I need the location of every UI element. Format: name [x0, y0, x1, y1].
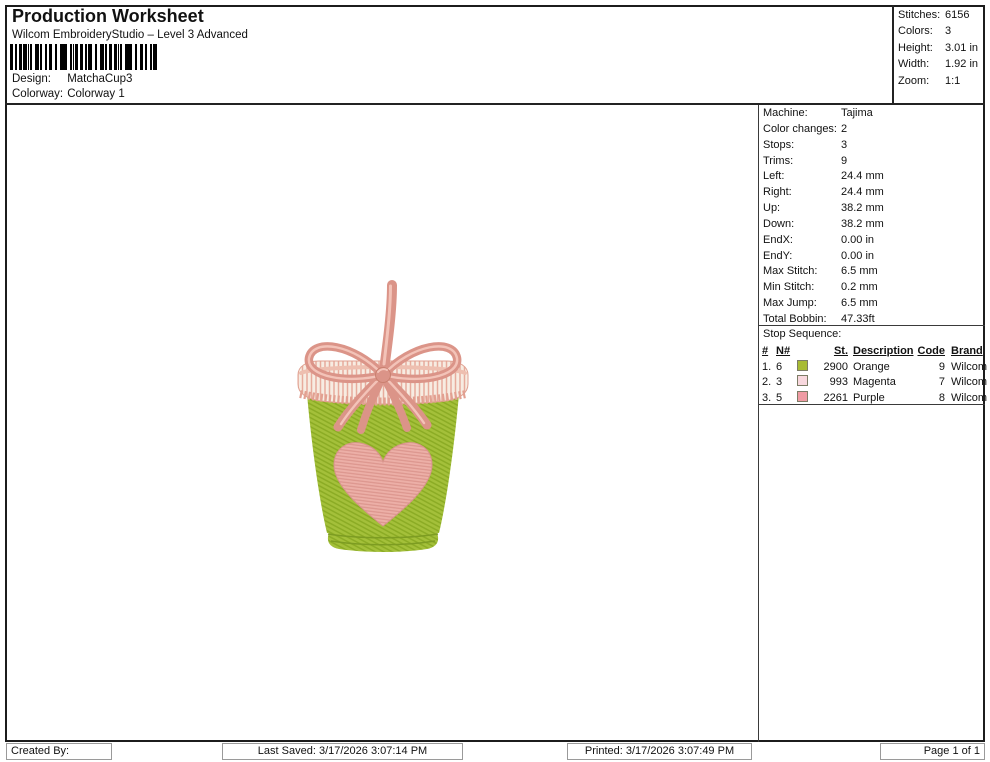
summary-label: Colors: — [898, 25, 945, 41]
header-divider — [892, 5, 894, 105]
colorway-row: Colorway: Colorway 1 — [12, 88, 125, 100]
footer-printed: Printed: 3/17/2026 3:07:49 PM — [567, 743, 752, 760]
colorway-value: Colorway 1 — [67, 88, 125, 100]
summary-value: 1:1 — [945, 75, 978, 91]
stop-row-code: 7 — [915, 376, 945, 388]
design-summary-box: Stitches:6156 Colors:3 Height:3.01 in Wi… — [898, 9, 978, 91]
machine-label: Color changes: — [763, 123, 841, 139]
machine-label: Max Jump: — [763, 297, 841, 313]
design-name-row: Design: MatchaCup3 — [12, 73, 132, 85]
machine-value: 2 — [841, 123, 884, 139]
machine-value: Tajima — [841, 107, 884, 123]
machine-value: 3 — [841, 139, 884, 155]
app-subtitle: Wilcom EmbroideryStudio – Level 3 Advanc… — [12, 29, 248, 41]
machine-value: 0.00 in — [841, 250, 884, 266]
machine-value: 24.4 mm — [841, 186, 884, 202]
colorway-label: Colorway: — [12, 88, 64, 100]
footer-last-saved: Last Saved: 3/17/2026 3:07:14 PM — [222, 743, 463, 760]
col-header-st: St. — [814, 345, 848, 357]
machine-label: Min Stitch: — [763, 281, 841, 297]
design-barcode — [10, 44, 158, 70]
machine-label: Down: — [763, 218, 841, 234]
production-worksheet-page: Production Worksheet Wilcom EmbroiderySt… — [0, 0, 990, 762]
machine-label: Up: — [763, 202, 841, 218]
machine-label: EndY: — [763, 250, 841, 266]
design-label: Design: — [12, 73, 64, 85]
machine-value: 0.00 in — [841, 234, 884, 250]
stop-row-st: 2900 — [814, 361, 848, 373]
machine-value: 38.2 mm — [841, 218, 884, 234]
machine-info-panel: Machine:Tajima Color changes:2 Stops:3 T… — [763, 107, 884, 329]
stop-row-n: 3 — [776, 376, 797, 388]
machine-label: Left: — [763, 170, 841, 186]
embroidery-design-preview — [288, 278, 478, 563]
machine-value: 0.2 mm — [841, 281, 884, 297]
machine-value: 6.5 mm — [841, 297, 884, 313]
stop-row-st: 2261 — [814, 392, 848, 404]
stop-row-description: Purple — [848, 392, 915, 404]
stop-row-n: 5 — [776, 392, 797, 404]
stop-row-code: 9 — [915, 361, 945, 373]
col-header-n: N# — [776, 345, 797, 357]
machine-label: Right: — [763, 186, 841, 202]
thread-color-swatch-chip — [797, 360, 808, 371]
stop-row-num: 2. — [762, 376, 776, 388]
thread-color-swatch-chip — [797, 375, 808, 386]
thread-color-swatch — [797, 360, 814, 374]
header-bottom-line — [5, 103, 985, 105]
col-header-brand: Brand — [945, 345, 985, 357]
machine-value: 38.2 mm — [841, 202, 884, 218]
summary-label: Width: — [898, 58, 945, 74]
summary-label: Height: — [898, 42, 945, 58]
stop-row-st: 993 — [814, 376, 848, 388]
stop-sequence-table: # N# St. Description Code Brand 1. 6 290… — [762, 343, 985, 406]
machine-value: 24.4 mm — [841, 170, 884, 186]
footer-page-number: Page 1 of 1 — [880, 743, 985, 760]
machine-label: EndX: — [763, 234, 841, 250]
thread-color-swatch — [797, 375, 814, 389]
col-header-description: Description — [848, 345, 915, 357]
page-title: Production Worksheet — [12, 6, 204, 27]
summary-label: Zoom: — [898, 75, 945, 91]
summary-value: 3 — [945, 25, 978, 41]
design-value: MatchaCup3 — [67, 73, 132, 85]
stop-row-num: 1. — [762, 361, 776, 373]
machine-value: 9 — [841, 155, 884, 171]
machine-label: Trims: — [763, 155, 841, 171]
col-header-code: Code — [915, 345, 945, 357]
stop-row-brand: Wilcom — [945, 361, 985, 373]
summary-value: 1.92 in — [945, 58, 978, 74]
machine-label: Max Stitch: — [763, 265, 841, 281]
stop-sequence-title: Stop Sequence: — [763, 328, 841, 340]
machine-label: Machine: — [763, 107, 841, 123]
stop-row-num: 3. — [762, 392, 776, 404]
panel-divider — [758, 105, 759, 742]
stop-row-code: 8 — [915, 392, 945, 404]
col-header-num: # — [762, 345, 776, 357]
machine-value: 6.5 mm — [841, 265, 884, 281]
summary-label: Stitches: — [898, 9, 945, 25]
summary-value: 3.01 in — [945, 42, 978, 58]
stop-row-brand: Wilcom — [945, 376, 985, 388]
machine-value: 47.33ft — [841, 313, 884, 329]
machine-label: Stops: — [763, 139, 841, 155]
footer-created-by: Created By: — [6, 743, 112, 760]
stop-row-brand: Wilcom — [945, 392, 985, 404]
stop-row-description: Magenta — [848, 376, 915, 388]
machine-label: Total Bobbin: — [763, 313, 841, 329]
stop-row-description: Orange — [848, 361, 915, 373]
thread-color-swatch — [797, 391, 814, 405]
thread-color-swatch-chip — [797, 391, 808, 402]
stop-row-n: 6 — [776, 361, 797, 373]
summary-value: 6156 — [945, 9, 978, 25]
